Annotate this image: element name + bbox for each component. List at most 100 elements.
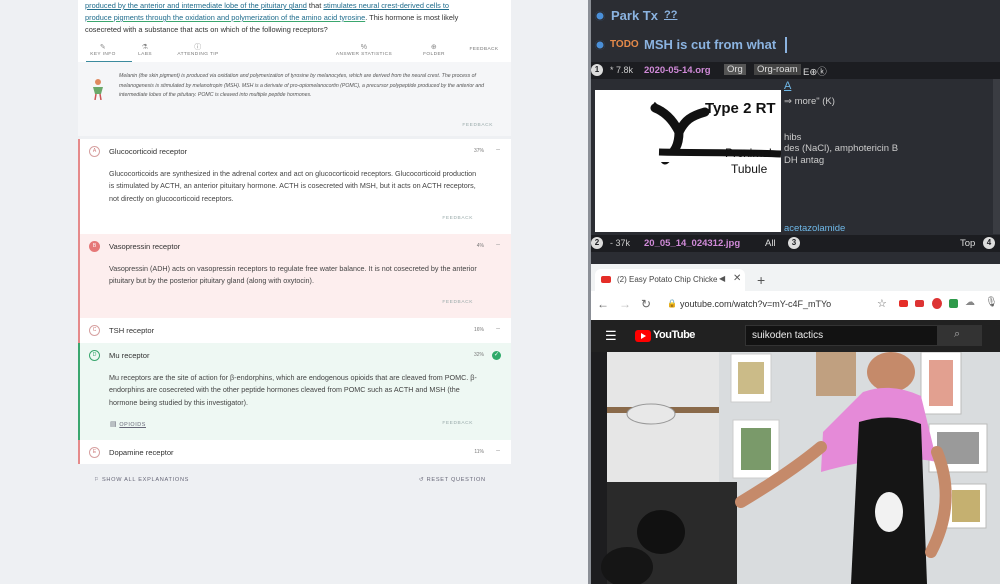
option-letter: A bbox=[89, 146, 100, 157]
cloud-icon[interactable]: ☁ bbox=[965, 297, 975, 308]
audio-icon[interactable]: ◀ bbox=[719, 274, 725, 283]
collapse-icon[interactable]: – bbox=[496, 325, 500, 332]
option-percent: 4% bbox=[476, 243, 484, 249]
option-label: Dopamine receptor bbox=[109, 448, 174, 457]
feedback-button[interactable]: FEEDBACK bbox=[464, 47, 504, 52]
forward-icon[interactable]: → bbox=[619, 297, 631, 311]
folder-button[interactable]: ⊕ FOLDER bbox=[418, 44, 450, 57]
image-file-name[interactable]: 20_05_14_024312.jpg bbox=[644, 238, 740, 249]
help-icon: ⓘ bbox=[194, 44, 202, 51]
extension-icon[interactable] bbox=[949, 299, 958, 308]
org-heading-msh[interactable]: TODO MSH is cut from what bbox=[591, 31, 1000, 59]
back-icon[interactable]: ← bbox=[597, 297, 609, 311]
option-a[interactable]: A Glucocorticoid receptor 37% – Glucocortic… bbox=[78, 139, 511, 234]
pencil-icon: ✎ bbox=[99, 44, 107, 51]
option-explanation: Glucocorticoids are synthesized in the a… bbox=[109, 169, 477, 203]
collapse-icon[interactable]: – bbox=[496, 447, 500, 454]
reset-question-button[interactable]: ↺ RESET QUESTION bbox=[419, 477, 486, 483]
key-info-button[interactable]: ✎ KEY INFO bbox=[86, 44, 120, 57]
opioids-tag[interactable]: ▤ OPIOIDS bbox=[110, 420, 146, 428]
collapse-icon[interactable]: – bbox=[496, 146, 500, 153]
play-glyph-icon bbox=[641, 333, 646, 339]
url-field[interactable]: youtube.com/watch?v=mY-c4F_mTYo bbox=[680, 299, 831, 309]
youtube-search-button[interactable]: ⌕ bbox=[938, 325, 982, 346]
question-line-1: produced by the anterior and intermediat… bbox=[85, 1, 450, 10]
option-d[interactable]: D Mu receptor 32% ✓ Mu receptors are the si… bbox=[78, 343, 511, 440]
collapse-icon[interactable]: – bbox=[496, 241, 500, 248]
option-feedback[interactable]: FEEDBACK bbox=[442, 421, 473, 426]
attending-tip-button[interactable]: ⓘ ATTENDING TIP bbox=[170, 44, 226, 57]
org-text-line: hibs bbox=[784, 132, 802, 143]
option-percent: 11% bbox=[474, 449, 484, 455]
option-explanation: Mu receptors are the site of action for … bbox=[109, 373, 477, 407]
org-text-line: des (NaCl), amphotericin B bbox=[784, 143, 899, 154]
option-b[interactable]: B Vasopressin receptor 4% – Vasopressin (AD… bbox=[78, 234, 511, 318]
todo-keyword: TODO bbox=[610, 39, 639, 50]
image-label: Tubule bbox=[731, 162, 768, 176]
option-percent: 37% bbox=[473, 148, 484, 154]
address-bar-row: ← → ↻ 🔒 youtube.com/watch?v=mY-c4F_mTYo … bbox=[591, 291, 1000, 320]
anatomy-icon bbox=[90, 78, 106, 101]
option-e[interactable]: E Dopamine receptor 11% – bbox=[78, 440, 511, 464]
folder-icon: ⊕ bbox=[430, 44, 438, 51]
youtube-search-input[interactable]: suikoden tactics bbox=[745, 325, 938, 346]
option-label: Mu receptor bbox=[109, 351, 150, 360]
bookmark-star-icon[interactable]: ☆ bbox=[877, 297, 887, 310]
org-text-pane[interactable]: A ⇒ more" (K) hibs des (NaCl), amphoteri… bbox=[784, 79, 996, 234]
key-info-text: Melanin (the skin pigment) is produced v… bbox=[119, 73, 485, 99]
empty-pane bbox=[591, 252, 1000, 264]
flask-icon: ⚗ bbox=[141, 44, 149, 51]
question-toolbar: ✎ KEY INFO ⚗ LABS ⓘ ATTENDING TIP % ANSWER S… bbox=[78, 44, 511, 63]
close-tab-icon[interactable]: ✕ bbox=[733, 273, 741, 284]
org-text-line: acetazolamide bbox=[784, 223, 846, 234]
tab-title: (2) Easy Potato Chip Chicke bbox=[617, 275, 718, 284]
new-tab-icon[interactable]: + bbox=[757, 272, 765, 288]
org-file-name[interactable]: 2020-05-14.org bbox=[644, 65, 711, 76]
diagram-image: Type 2 RT Proximal Tubule bbox=[595, 90, 782, 232]
question-line-3: cosecreted with a substance that acts on… bbox=[85, 25, 328, 34]
question-card: produced by the anterior and intermediat… bbox=[78, 0, 511, 136]
modeline-bottom: 2 - 37k 20_05_14_024312.jpg All 3 Top 4 bbox=[591, 235, 1000, 252]
extension-icon[interactable] bbox=[932, 298, 942, 309]
org-text-line: DH antag bbox=[784, 155, 825, 166]
image-label: Proximal bbox=[725, 146, 772, 160]
option-letter: C bbox=[89, 325, 100, 336]
show-all-explanations-button[interactable]: ⚐ SHOW ALL EXPLANATIONS bbox=[94, 477, 189, 483]
option-letter: B bbox=[89, 241, 100, 252]
question-line-2: produce pigments through the oxidation a… bbox=[85, 13, 459, 22]
youtube-favicon-icon bbox=[601, 276, 611, 283]
option-letter: D bbox=[89, 350, 100, 361]
reset-icon: ↺ bbox=[419, 477, 425, 483]
option-percent: 16% bbox=[473, 327, 484, 333]
reload-icon[interactable]: ↻ bbox=[641, 297, 651, 311]
answer-statistics-button[interactable]: % ANSWER STATISTICS bbox=[332, 44, 396, 57]
extension-icon[interactable] bbox=[915, 300, 924, 307]
buffer-scrollbar[interactable] bbox=[993, 79, 1000, 234]
qbank-panel: produced by the anterior and intermediat… bbox=[0, 0, 588, 584]
option-feedback[interactable]: FEEDBACK bbox=[442, 216, 473, 221]
org-text-line: ⇒ more" (K) bbox=[784, 96, 835, 107]
menu-icon[interactable]: ☰ bbox=[605, 328, 617, 344]
option-feedback[interactable]: FEEDBACK bbox=[442, 300, 473, 305]
modeline-top: 1 * 7.8k 2020-05-14.org Org Org-roam E⊕ⓚ bbox=[591, 62, 1000, 79]
lock-icon: 🔒 bbox=[667, 299, 677, 308]
browser-tab[interactable]: (2) Easy Potato Chip Chicke ◀ ✕ bbox=[595, 269, 745, 291]
option-explanation: Vasopressin (ADH) acts on vasopressin re… bbox=[109, 264, 477, 286]
key-info-feedback[interactable]: FEEDBACK bbox=[462, 123, 493, 128]
browser-window: (2) Easy Potato Chip Chicke ◀ ✕ + ← → ↻ … bbox=[591, 264, 1000, 320]
option-percent: 32% bbox=[473, 352, 484, 358]
flag-icon: ⚐ bbox=[94, 477, 100, 483]
percent-icon: % bbox=[360, 44, 368, 51]
youtube-logo-text[interactable]: YouTube bbox=[653, 329, 695, 341]
mic-icon[interactable]: 🎙 bbox=[985, 297, 998, 308]
book-icon: ▤ bbox=[110, 421, 118, 428]
text-cursor bbox=[785, 37, 787, 53]
org-bullet-icon bbox=[595, 11, 605, 21]
org-bullet-icon bbox=[595, 40, 605, 50]
labs-button[interactable]: ⚗ LABS bbox=[134, 44, 156, 57]
video-player[interactable] bbox=[591, 352, 1000, 584]
org-heading-park-tx[interactable]: Park Tx ?? bbox=[591, 2, 1000, 30]
option-c[interactable]: C TSH receptor 16% – bbox=[78, 318, 511, 343]
org-link[interactable]: A bbox=[784, 80, 791, 93]
extension-icon[interactable] bbox=[899, 300, 908, 307]
